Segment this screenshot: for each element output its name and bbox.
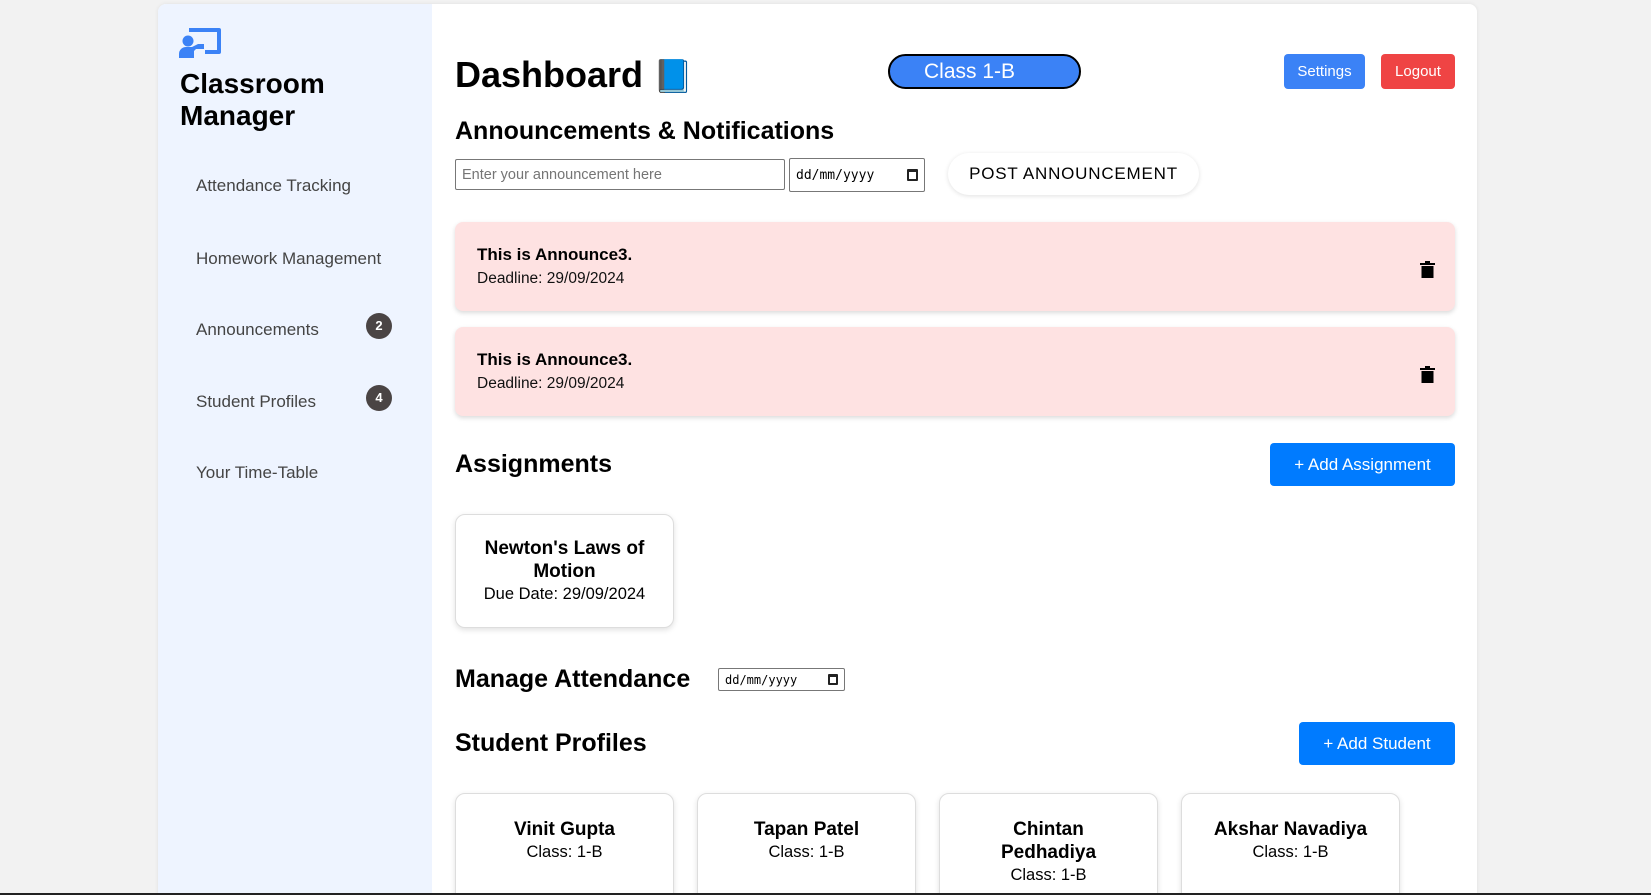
student-name: Vinit Gupta (514, 819, 615, 840)
student-class: Class: 1-B (1010, 866, 1087, 884)
attendance-heading: Manage Attendance (455, 665, 691, 693)
students-count-badge: 4 (366, 385, 392, 411)
page-title-text: Dashboard (455, 54, 644, 95)
student-card[interactable]: Vinit Gupta Class: 1-B (455, 793, 674, 895)
date-placeholder: dd/mm/yyyy (725, 672, 798, 687)
announcement-text: This is Announce3. (477, 350, 633, 369)
trash-icon[interactable] (1420, 261, 1435, 278)
classroom-logo-icon (179, 28, 221, 58)
sidebar-item-attendance[interactable]: Attendance Tracking (196, 176, 396, 196)
post-announcement-button[interactable]: POST ANNOUNCEMENT (948, 153, 1199, 195)
announcement-text: This is Announce3. (477, 245, 633, 264)
student-name: Tapan Patel (753, 819, 860, 840)
assignments-heading: Assignments (455, 450, 612, 478)
announcements-count-badge: 2 (366, 313, 392, 339)
announcement-card: This is Announce3. Deadline: 29/09/2024 (455, 222, 1455, 311)
calendar-icon[interactable] (907, 169, 918, 181)
announcements-heading: Announcements & Notifications (455, 117, 835, 145)
trash-icon[interactable] (1420, 366, 1435, 383)
class-selector[interactable]: Class 1-B (888, 54, 1081, 89)
announcement-input[interactable] (455, 159, 785, 190)
announcement-deadline-input[interactable]: dd/mm/yyyy (789, 158, 925, 192)
add-student-button[interactable]: + Add Student (1299, 722, 1455, 765)
calendar-icon[interactable] (828, 674, 838, 685)
student-name: Akshar Navadiya (1213, 819, 1368, 840)
app-window: Classroom Manager Attendance Tracking Ho… (158, 4, 1477, 895)
sidebar: Classroom Manager Attendance Tracking Ho… (158, 4, 432, 895)
student-name: Chintan Pedhadiya (1000, 819, 1097, 863)
page-title: Dashboard 📘 (455, 54, 693, 96)
student-class: Class: 1-B (768, 843, 845, 861)
settings-button[interactable]: Settings (1284, 54, 1365, 89)
add-assignment-button[interactable]: + Add Assignment (1270, 443, 1455, 486)
announcement-deadline: Deadline: 29/09/2024 (477, 270, 625, 287)
student-class: Class: 1-B (1252, 843, 1329, 861)
announcement-deadline: Deadline: 29/09/2024 (477, 375, 625, 392)
book-icon: 📘 (653, 58, 693, 94)
assignment-due-date: Due Date: 29/09/2024 (483, 585, 646, 603)
student-card[interactable]: Akshar Navadiya Class: 1-B (1181, 793, 1400, 895)
logout-button[interactable]: Logout (1381, 54, 1455, 89)
app-title: Classroom Manager (180, 68, 325, 131)
student-card[interactable]: Tapan Patel Class: 1-B (697, 793, 916, 895)
students-heading: Student Profiles (455, 729, 647, 757)
assignment-card[interactable]: Newton's Laws of Motion Due Date: 29/09/… (455, 514, 674, 628)
student-card[interactable]: Chintan Pedhadiya Class: 1-B (939, 793, 1158, 895)
sidebar-item-homework[interactable]: Homework Management (196, 249, 396, 269)
assignment-title: Newton's Laws of Motion (484, 538, 645, 582)
sidebar-item-timetable[interactable]: Your Time-Table (196, 463, 396, 483)
announcement-card: This is Announce3. Deadline: 29/09/2024 (455, 327, 1455, 416)
attendance-date-input[interactable]: dd/mm/yyyy (718, 668, 845, 691)
date-placeholder: dd/mm/yyyy (796, 167, 875, 183)
student-class: Class: 1-B (526, 843, 603, 861)
